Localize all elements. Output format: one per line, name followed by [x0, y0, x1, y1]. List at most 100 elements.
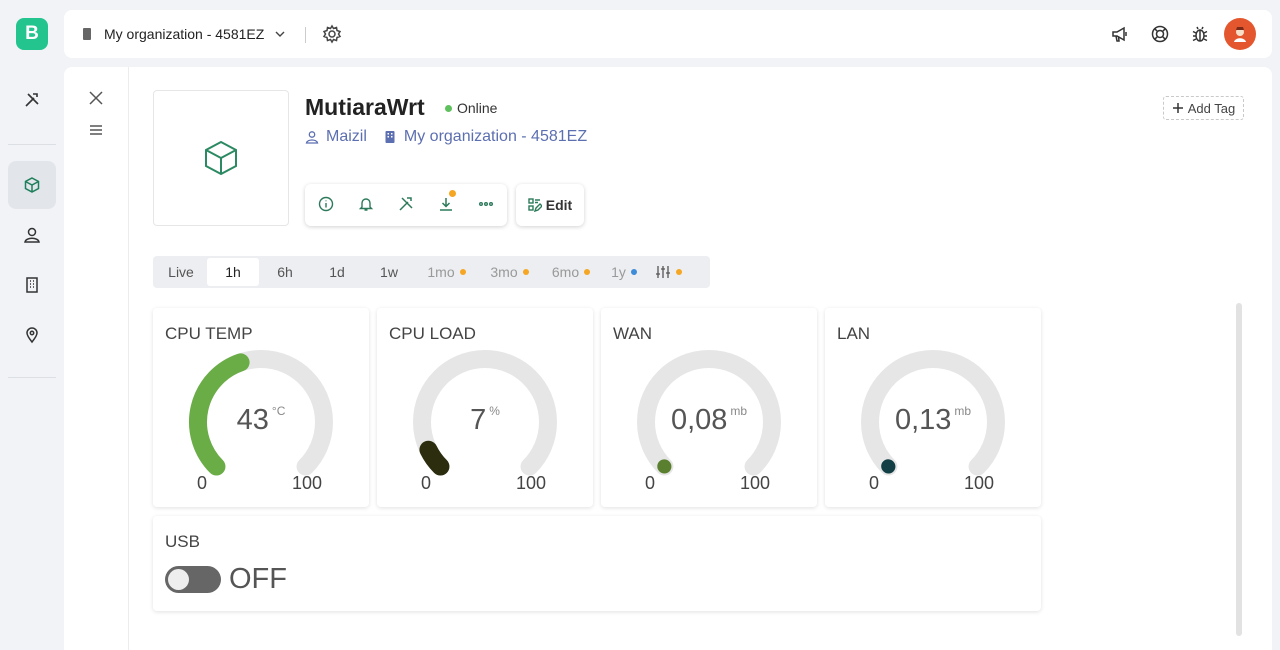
- device-owner-link[interactable]: Maizil: [305, 128, 367, 146]
- users-nav-button[interactable]: [8, 211, 56, 259]
- time-range-selector: Live 1h 6h 1d 1w 1mo 3mo 6mo 1y: [153, 256, 710, 288]
- device-actions: [305, 184, 507, 226]
- organization-label: My organization - 4581EZ: [403, 128, 588, 145]
- help-lifebuoy-icon[interactable]: [1150, 24, 1170, 44]
- cpu-load-widget[interactable]: CPU LOAD 7% 0 100: [377, 308, 593, 507]
- value-number: 7: [470, 404, 487, 436]
- range-label: 1y: [611, 264, 626, 280]
- gauge-fill: [419, 440, 450, 476]
- bell-icon[interactable]: [358, 196, 374, 212]
- left-rail: B: [0, 0, 64, 650]
- devices-nav-button[interactable]: [8, 161, 56, 209]
- user-avatar[interactable]: [1224, 18, 1256, 50]
- edit-button[interactable]: Edit: [516, 184, 584, 226]
- building-icon: [385, 131, 395, 143]
- gauge-min: 0: [421, 473, 432, 493]
- tools-icon[interactable]: [398, 196, 414, 212]
- add-tag-button[interactable]: Add Tag: [1163, 96, 1244, 120]
- online-status-dot: [445, 104, 452, 112]
- range-label: 1w: [380, 264, 398, 280]
- range-1w[interactable]: 1w: [363, 258, 415, 286]
- status-label: Online: [457, 100, 498, 116]
- building-icon: [83, 28, 91, 40]
- app-logo[interactable]: B: [16, 18, 48, 50]
- plus-icon: [1172, 103, 1183, 113]
- premium-dot: [584, 269, 591, 275]
- gauge-max: 100: [516, 473, 547, 493]
- gauge-max: 100: [740, 473, 771, 493]
- update-notification-dot: [449, 190, 456, 197]
- topbar-divider: [305, 27, 306, 43]
- organization-switcher[interactable]: My organization - 4581EZ: [80, 10, 286, 58]
- bug-icon[interactable]: [1190, 24, 1210, 44]
- premium-dot: [630, 269, 637, 275]
- value-unit: mb: [954, 404, 972, 418]
- cpu-temp-widget[interactable]: CPU TEMP 43 °C 0 100: [153, 308, 369, 507]
- range-1y[interactable]: 1y: [601, 258, 647, 286]
- range-label: 1d: [329, 264, 345, 280]
- widget-title: USB: [165, 532, 200, 551]
- usb-widget: USB OFF: [153, 516, 1041, 611]
- value-number: 0,08: [670, 404, 728, 436]
- megaphone-icon[interactable]: [1110, 24, 1130, 44]
- premium-dot: [459, 269, 466, 275]
- tools-nav-button[interactable]: [8, 76, 56, 124]
- user-icon: [24, 227, 40, 243]
- range-6mo[interactable]: 6mo: [541, 258, 601, 286]
- gauge-min: 0: [869, 473, 880, 493]
- device-image: [153, 90, 289, 226]
- device-organization-link[interactable]: My organization - 4581EZ: [383, 128, 587, 146]
- tools-icon: [25, 93, 39, 107]
- owner-name: Maizil: [326, 128, 367, 145]
- value-unit: °C: [271, 404, 286, 418]
- value-number: 0,13: [894, 404, 952, 436]
- value-unit: mb: [730, 404, 748, 418]
- range-label: 1h: [225, 264, 241, 280]
- chevron-down-icon: [275, 31, 285, 37]
- download-icon[interactable]: [438, 196, 454, 212]
- range-1d[interactable]: 1d: [311, 258, 363, 286]
- range-3mo[interactable]: 3mo: [478, 258, 541, 286]
- vertical-scrollbar[interactable]: [1236, 303, 1242, 636]
- lan-widget[interactable]: LAN 0,13 mb 0 100: [825, 308, 1041, 507]
- gauge-min: 0: [197, 473, 208, 493]
- cube-icon: [24, 177, 40, 193]
- gauge-value: 0,08 mb: [601, 404, 817, 437]
- panel-side-column: [64, 67, 129, 650]
- gauge-value: 0,13 mb: [825, 404, 1041, 437]
- gauge-max: 100: [964, 473, 995, 493]
- sliders-icon: [655, 266, 670, 278]
- top-bar: My organization - 4581EZ: [64, 10, 1272, 58]
- more-options-icon[interactable]: [478, 196, 494, 212]
- menu-icon[interactable]: [88, 122, 104, 138]
- range-1h[interactable]: 1h: [207, 258, 259, 286]
- locations-nav-button[interactable]: [8, 311, 56, 359]
- usb-state-label: OFF: [229, 563, 287, 595]
- range-label: Live: [168, 264, 194, 280]
- gauge-min: 0: [645, 473, 656, 493]
- device-meta: Maizil My organization - 4581EZ: [305, 128, 603, 146]
- value-unit: %: [489, 404, 500, 418]
- premium-dot: [675, 269, 682, 275]
- info-icon[interactable]: [318, 196, 334, 212]
- value-number: 43: [236, 404, 269, 436]
- edit-label: Edit: [545, 197, 573, 213]
- rail-divider: [8, 144, 56, 145]
- custom-range-button[interactable]: [647, 258, 689, 286]
- gear-icon[interactable]: [322, 24, 342, 44]
- organization-name: My organization - 4581EZ: [104, 26, 265, 42]
- wan-widget[interactable]: WAN 0,08 mb 0 100: [601, 308, 817, 507]
- gauge-value: 43 °C: [153, 404, 369, 437]
- device-name: MutiaraWrt: [305, 94, 425, 120]
- close-icon[interactable]: [88, 90, 104, 106]
- cube-icon: [205, 140, 237, 176]
- gauge-max: 100: [292, 473, 323, 493]
- range-6h[interactable]: 6h: [259, 258, 311, 286]
- add-tag-label: Add Tag: [1187, 100, 1236, 116]
- rail-divider: [8, 377, 56, 378]
- usb-toggle-switch[interactable]: [165, 566, 221, 593]
- organizations-nav-button[interactable]: [8, 261, 56, 309]
- range-1mo[interactable]: 1mo: [415, 258, 478, 286]
- person-avatar-icon: [1234, 27, 1246, 42]
- range-live[interactable]: Live: [155, 258, 207, 286]
